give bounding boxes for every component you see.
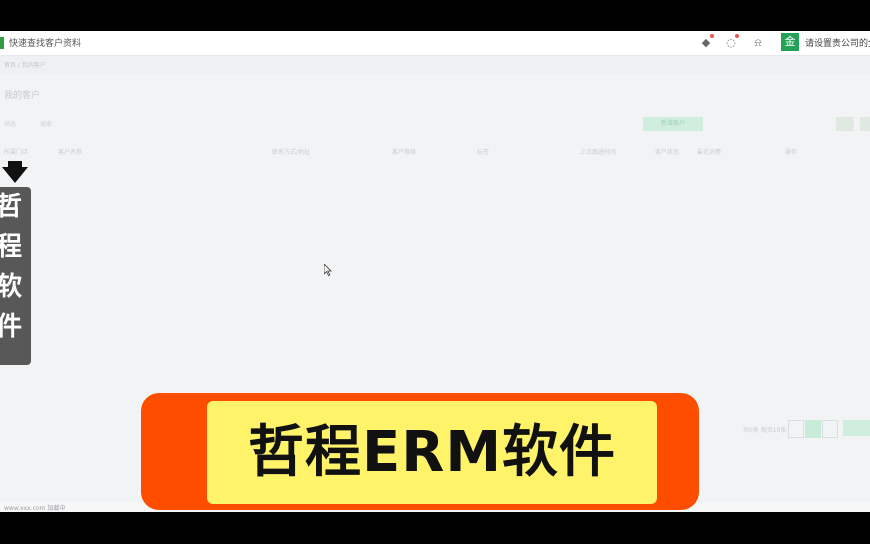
page-title: 我的客户: [4, 91, 41, 101]
column-header[interactable]: 所属门店: [4, 147, 28, 156]
next-page-button[interactable]: [822, 420, 838, 438]
column-header[interactable]: 标签: [477, 147, 489, 156]
refresh-button[interactable]: [860, 117, 870, 131]
column-header[interactable]: 客户状态: [655, 147, 679, 156]
breadcrumb-bar: 首页 / 我的客户: [0, 56, 870, 74]
side-char: 哲: [0, 192, 23, 222]
column-header[interactable]: 客户名称: [58, 147, 82, 156]
column-header[interactable]: 操作: [785, 147, 797, 156]
column-header[interactable]: 客户等级: [392, 147, 416, 156]
pager-summary: 共0条 每页10条: [743, 427, 787, 434]
company-logo-icon[interactable]: 金: [781, 33, 799, 51]
column-header[interactable]: 最近消费: [697, 147, 721, 156]
app-title: 快速查找客户资料: [9, 39, 82, 49]
down-arrow-icon: [2, 167, 28, 183]
promo-banner-inner: 哲程ERM软件: [207, 401, 657, 504]
chat-icon[interactable]: ◌: [724, 34, 739, 50]
side-char: 软: [0, 272, 23, 302]
go-to-page-button[interactable]: [843, 420, 870, 436]
side-char: 程: [0, 232, 23, 262]
app-logo-icon: [0, 37, 4, 49]
android-icon[interactable]: ◆: [699, 34, 714, 50]
side-watermark-label: 哲 程 软 件: [0, 187, 31, 365]
add-customer-button[interactable]: 新增客户: [643, 117, 703, 131]
search-input[interactable]: 搜索: [40, 119, 52, 128]
company-name[interactable]: 请设置贵公司的全称: [805, 36, 870, 49]
top-header: 快速查找客户资料 ◆ ◌ ⍾ 金 请设置贵公司的全称: [0, 31, 870, 56]
prev-page-button[interactable]: [788, 420, 804, 438]
filter-select[interactable]: 筛选: [4, 119, 16, 128]
side-char: 件: [0, 312, 23, 342]
status-text: www.xxx.com 加载中: [4, 505, 66, 512]
column-header[interactable]: 联系方式/地址: [272, 147, 310, 156]
page-number-button[interactable]: [805, 420, 821, 438]
bell-icon[interactable]: ⍾: [751, 36, 765, 50]
search-button[interactable]: [836, 117, 854, 131]
promo-banner-text: 哲程ERM软件: [247, 420, 617, 485]
column-header[interactable]: 上次跟进时间: [580, 147, 616, 156]
promo-banner: 哲程ERM软件: [141, 393, 699, 510]
breadcrumb[interactable]: 首页 / 我的客户: [4, 60, 46, 69]
